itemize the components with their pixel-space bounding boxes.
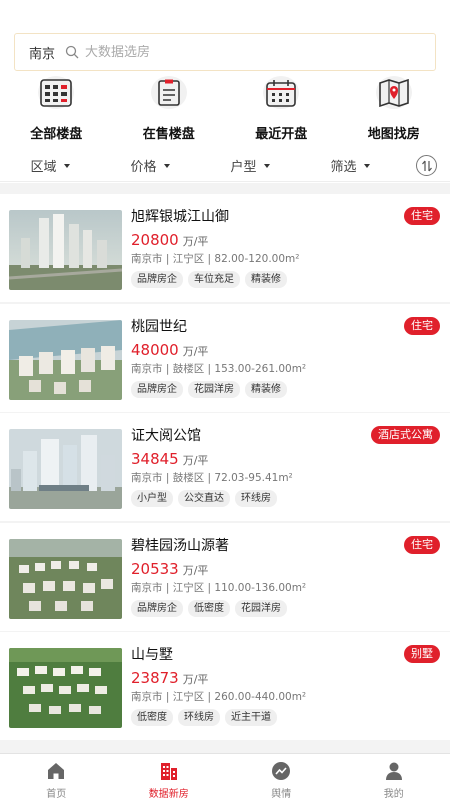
listing-tag: 车位充足 [188,271,240,288]
tab-profile[interactable]: 我的 [338,754,450,800]
caret-down-icon [163,163,170,168]
property-type-badge: 别墅 [404,645,440,663]
caret-down-icon [363,163,370,168]
buildings-icon [160,763,177,780]
user-icon [385,762,402,780]
listing-list: 旭辉银城江山御 20800 万/平 南京市 | 江宁区 | 82.00-120.0… [0,194,450,742]
listing-tag: 低密度 [131,709,173,726]
category-all-buildings[interactable]: 全部楼盘 [0,72,113,142]
home-icon [48,763,65,779]
city-selector[interactable]: 南京 [29,43,55,62]
category-label: 在售楼盘 [142,127,195,142]
filter-area[interactable]: 区域 [0,156,100,175]
listing-card[interactable]: 证大阅公馆 34845 万/平 南京市 | 鼓楼区 | 72.03-95.41m²… [0,413,450,521]
listing-photo [9,648,122,728]
listing-name: 碧桂园汤山源著 [131,537,229,554]
listing-card[interactable]: 旭辉银城江山御 20800 万/平 南京市 | 江宁区 | 82.00-120.0… [0,194,450,302]
category-on-sale[interactable]: 在售楼盘 [113,72,226,142]
listing-tag: 精装修 [245,271,287,288]
document-icon [150,76,187,109]
listing-meta: 南京市 | 江宁区 | 82.00-120.00m² [131,253,300,265]
filter-price[interactable]: 价格 [100,156,200,175]
property-type-badge: 酒店式公寓 [371,426,440,444]
price-unit: 万/平 [182,673,209,686]
filter-more[interactable]: 筛选 [300,156,400,175]
tab-home[interactable]: 首页 [0,754,113,800]
category-shortcuts: 全部楼盘 在售楼盘 最近开盘 地图找房 [0,72,450,142]
price-unit: 万/平 [182,454,209,467]
tab-data-new-homes[interactable]: 数据新房 [113,754,226,800]
price-unit: 万/平 [182,563,209,577]
listing-photo [9,319,122,400]
category-recent-opening[interactable]: 最近开盘 [225,72,338,142]
listing-tag: 品牌房企 [131,380,183,398]
search-input[interactable] [85,44,386,60]
listing-tag: 环线房 [178,709,220,726]
listing-tag: 花园洋房 [188,380,240,398]
filter-label: 筛选 [330,160,357,175]
filter-label: 区域 [30,160,57,175]
property-type-badge: 住宅 [404,207,440,225]
listing-meta: 南京市 | 鼓楼区 | 153.00-261.00m² [131,362,307,375]
listing-photo [9,538,122,619]
listing-price: 23873 [131,669,179,687]
trend-icon [272,762,291,780]
filter-label: 户型 [230,160,257,175]
listing-photo [9,429,122,509]
listing-tag: 花园洋房 [235,599,287,617]
category-label: 地图找房 [367,127,420,142]
tab-label: 我的 [383,789,404,800]
listing-tag: 近主干道 [225,709,277,726]
category-label: 最近开盘 [255,127,308,142]
listing-tag: 公交直达 [178,490,230,507]
search-bar[interactable]: 南京 [14,33,436,71]
listing-price: 20533 [131,559,179,578]
search-icon [65,45,79,59]
listing-tag: 小户型 [131,490,173,507]
listing-card[interactable]: 桃园世纪 48000 万/平 南京市 | 鼓楼区 | 153.00-261.00m… [0,303,450,412]
sort-toggle-button[interactable] [416,155,437,176]
property-type-badge: 住宅 [404,535,440,554]
listing-price: 34845 [131,450,179,468]
listing-card[interactable]: 山与墅 23873 万/平 南京市 | 江宁区 | 260.00-440.00m²… [0,632,450,740]
listing-meta: 南京市 | 鼓楼区 | 72.03-95.41m² [131,472,293,484]
listing-tag: 低密度 [188,599,230,617]
map-pin-icon [375,76,412,109]
property-type-badge: 住宅 [404,316,440,335]
calendar-icon [263,76,300,109]
listing-meta: 南京市 | 江宁区 | 110.00-136.00m² [131,581,307,594]
tab-label: 数据新房 [148,789,189,800]
listing-tag: 精装修 [245,380,287,398]
building-list-icon [38,76,75,109]
listing-price: 48000 [131,340,179,359]
tab-label: 首页 [46,789,67,800]
listing-name: 旭辉银城江山御 [131,209,229,225]
sort-icon [421,160,432,171]
filter-label: 价格 [130,160,157,175]
listing-tag: 品牌房企 [131,599,183,617]
listing-name: 桃园世纪 [131,318,187,335]
tab-label: 舆情 [271,789,292,800]
price-unit: 万/平 [182,344,209,358]
listing-card[interactable]: 碧桂园汤山源著 20533 万/平 南京市 | 江宁区 | 110.00-136.… [0,522,450,631]
listing-name: 山与墅 [131,647,173,663]
filter-layout[interactable]: 户型 [200,156,300,175]
filter-bar: 区域 价格 户型 筛选 [0,150,450,182]
bottom-tab-bar: 首页 数据新房 舆情 我的 [0,753,450,800]
category-label: 全部楼盘 [30,127,83,142]
listing-tag: 品牌房企 [131,271,183,288]
price-unit: 万/平 [182,235,209,248]
listing-tag: 环线房 [235,490,277,507]
tab-public-opinion[interactable]: 舆情 [225,754,338,800]
listing-photo [9,210,122,290]
caret-down-icon [263,163,270,168]
listing-price: 20800 [131,231,179,249]
caret-down-icon [63,163,70,168]
category-map-search[interactable]: 地图找房 [338,72,450,142]
listing-meta: 南京市 | 江宁区 | 260.00-440.00m² [131,691,307,703]
